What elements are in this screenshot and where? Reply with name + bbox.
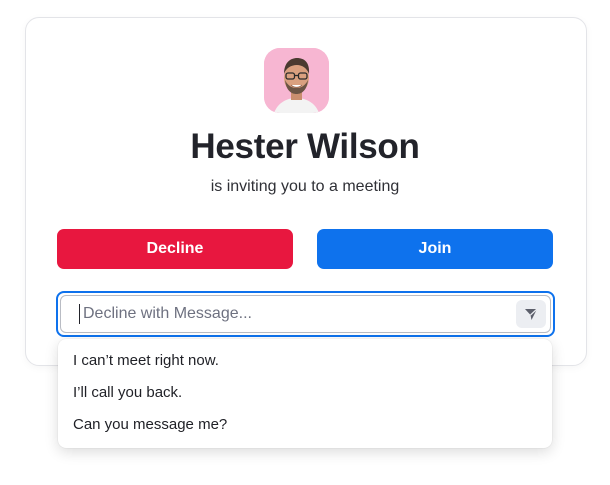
send-message-button[interactable] — [516, 300, 546, 328]
send-arrow-icon — [525, 308, 538, 320]
caller-name: Hester Wilson — [190, 127, 420, 166]
quick-reply-item[interactable]: Can you message me? — [58, 409, 552, 441]
decline-message-input[interactable] — [77, 296, 503, 332]
quick-reply-item[interactable]: I can’t meet right now. — [58, 345, 552, 377]
decline-button[interactable]: Decline — [57, 229, 293, 269]
invite-subtitle: is inviting you to a meeting — [210, 178, 400, 195]
decline-message-field — [56, 291, 555, 337]
join-button[interactable]: Join — [317, 229, 553, 269]
caller-avatar — [264, 48, 329, 113]
decline-message-field-inner — [60, 295, 551, 333]
quick-reply-dropdown: I can’t meet right now. I’ll call you ba… — [58, 339, 552, 448]
quick-reply-item[interactable]: I’ll call you back. — [58, 377, 552, 409]
person-photo-avatar-icon — [264, 48, 329, 113]
